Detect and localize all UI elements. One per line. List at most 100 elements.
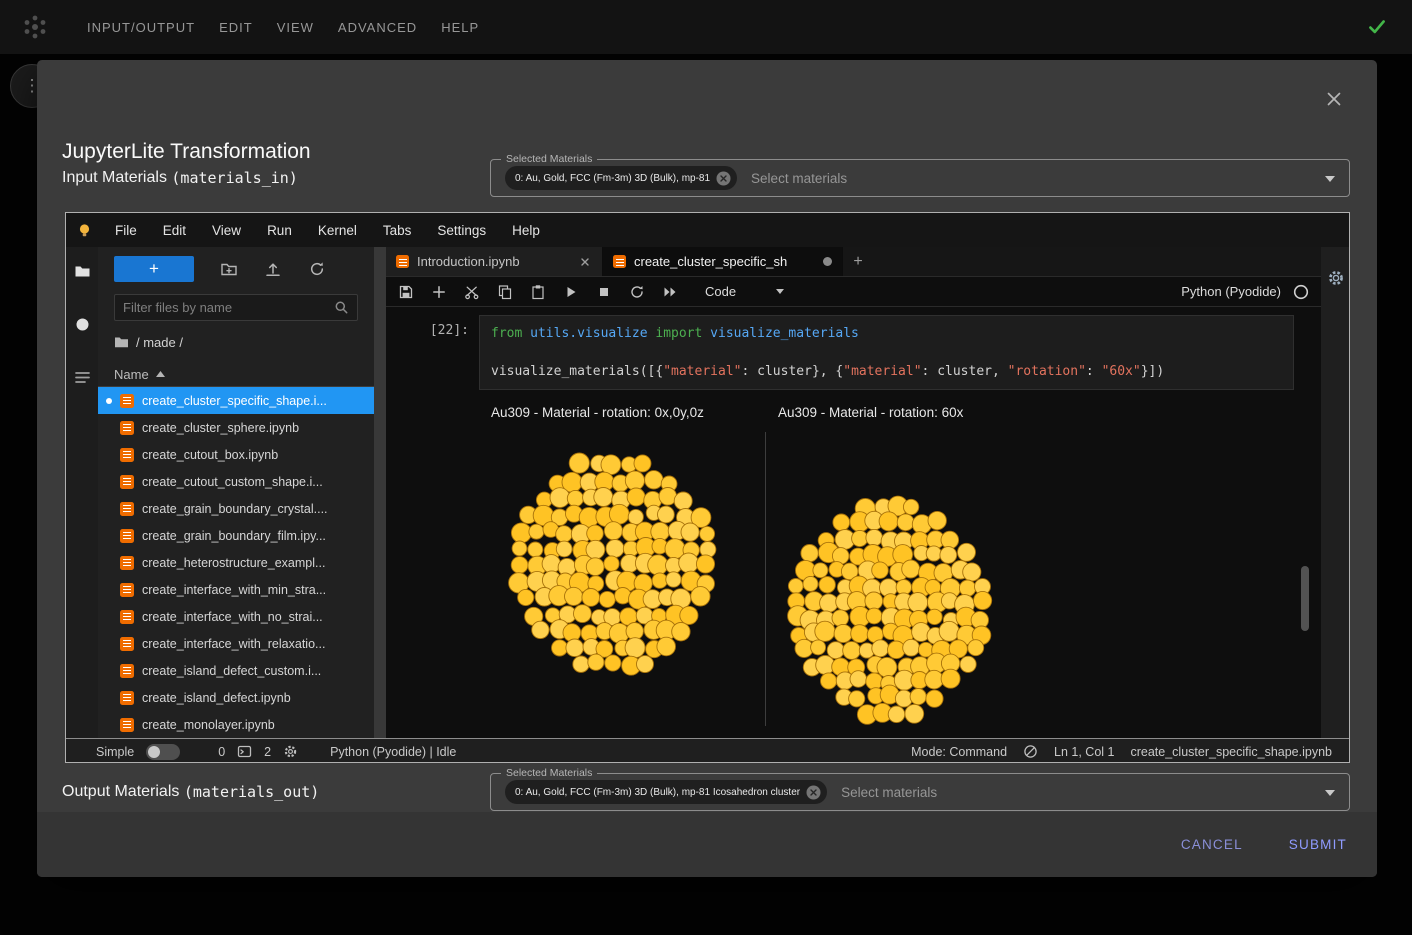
jupyter-menu-run[interactable]: Run	[254, 223, 305, 238]
input-materials-label: Input Materials (materials_in)	[62, 159, 298, 197]
file-name: create_heterostructure_exampl...	[142, 556, 325, 570]
chip-remove-icon[interactable]	[806, 785, 821, 800]
submit-button[interactable]: SUBMIT	[1289, 837, 1347, 852]
file-row[interactable]: create_island_defect.ipynb	[98, 684, 374, 711]
file-row[interactable]: create_grain_boundary_crystal....	[98, 495, 374, 522]
new-folder-icon[interactable]	[220, 260, 238, 278]
menu-view[interactable]: VIEW	[265, 10, 326, 45]
cell-type-dropdown[interactable]: Code	[705, 284, 784, 299]
jupyter-menu-help[interactable]: Help	[499, 223, 553, 238]
notebook-scrollbar-thumb[interactable]	[1301, 566, 1309, 631]
file-row[interactable]: create_interface_with_no_strai...	[98, 603, 374, 630]
insert-cell-icon[interactable]	[431, 284, 447, 300]
file-row[interactable]: create_island_defect_custom.i...	[98, 657, 374, 684]
restart-and-run-all-icon[interactable]	[662, 284, 678, 300]
cancel-button[interactable]: CANCEL	[1181, 837, 1243, 852]
cell-execution-prompt: [22]:	[386, 315, 479, 390]
file-browser-tab-icon[interactable]	[74, 263, 91, 280]
kernel-count[interactable]: 2	[264, 745, 271, 759]
new-launcher-button[interactable]: +	[114, 256, 194, 282]
terminal-count[interactable]: 0	[218, 745, 225, 759]
copy-cells-icon[interactable]	[497, 284, 513, 300]
file-row[interactable]: create_cluster_specific_shape.i...	[98, 387, 374, 414]
save-icon[interactable]	[398, 284, 414, 300]
file-filter-input[interactable]	[123, 300, 334, 315]
file-row[interactable]: create_interface_with_relaxatio...	[98, 630, 374, 657]
file-row[interactable]: create_grain_boundary_film.ipy...	[98, 522, 374, 549]
running-kernels-tab-icon[interactable]	[74, 316, 91, 333]
file-row[interactable]: create_cutout_custom_shape.i...	[98, 468, 374, 495]
dialog-close-button[interactable]	[1321, 86, 1347, 112]
kernel-sessions-icon[interactable]	[283, 744, 298, 759]
dropdown-caret-icon[interactable]	[1325, 790, 1335, 796]
menu-edit[interactable]: EDIT	[207, 10, 265, 45]
gold-cluster-image	[479, 430, 766, 726]
menu-input-output[interactable]: INPUT/OUTPUT	[75, 10, 207, 45]
refresh-icon[interactable]	[308, 260, 326, 278]
output-materials-code: (materials_out)	[184, 783, 319, 801]
jupyter-menu-file[interactable]: File	[102, 223, 150, 238]
file-list-name-header[interactable]: Name	[98, 362, 374, 387]
input-materials-select[interactable]: Selected Materials 0: Au, Gold, FCC (Fm-…	[490, 159, 1350, 197]
terminal-icon[interactable]	[237, 744, 252, 759]
menu-advanced[interactable]: ADVANCED	[326, 10, 429, 45]
visualization-title: Au309 - Material - rotation: 0x,0y,0z	[479, 400, 766, 430]
new-tab-button[interactable]: +	[843, 247, 873, 276]
panel-splitter[interactable]	[374, 247, 386, 738]
stop-kernel-icon[interactable]	[596, 284, 612, 300]
paste-cells-icon[interactable]	[530, 284, 546, 300]
jupyter-menu-tabs[interactable]: Tabs	[370, 223, 425, 238]
file-row[interactable]: create_monolayer.ipynb	[98, 711, 374, 738]
chip-remove-icon[interactable]	[716, 171, 731, 186]
output-material-chip[interactable]: 0: Au, Gold, FCC (Fm-3m) 3D (Bulk), mp-8…	[505, 780, 827, 804]
tab-create-cluster-specific-shape[interactable]: create_cluster_specific_sh	[603, 247, 843, 276]
output-select-floating-label: Selected Materials	[501, 767, 597, 780]
file-name: create_cluster_sphere.ipynb	[142, 421, 299, 435]
kernel-running-dot	[106, 722, 112, 728]
right-sidebar-strip	[1321, 247, 1350, 738]
material-visualization-left: Au309 - Material - rotation: 0x,0y,0z	[479, 400, 766, 726]
dialog-actions: CANCEL SUBMIT	[37, 812, 1377, 877]
kernel-status-text[interactable]: Python (Pyodide) | Idle	[330, 745, 456, 759]
jupyter-status-bar: Simple 0 2 Python (Pyodide) | Idle Mode:…	[66, 738, 1349, 763]
notifications-off-icon[interactable]	[1023, 744, 1038, 759]
file-row[interactable]: create_cluster_sphere.ipynb	[98, 414, 374, 441]
cut-cells-icon[interactable]	[464, 284, 480, 300]
unsaved-changes-dot[interactable]	[823, 257, 832, 266]
file-row[interactable]: create_cutout_box.ipynb	[98, 441, 374, 468]
file-row[interactable]: create_heterostructure_exampl...	[98, 549, 374, 576]
tab-introduction[interactable]: Introduction.ipynb	[386, 247, 603, 276]
breadcrumb[interactable]: / made /	[114, 334, 358, 350]
code-editor[interactable]: from utils.visualize import visualize_ma…	[479, 315, 1294, 390]
plus-icon: +	[149, 259, 159, 279]
file-browser-toolbar: +	[98, 255, 374, 283]
notebook-icon	[613, 255, 626, 268]
settings-gear-icon[interactable]	[1327, 269, 1345, 287]
jupyter-menu-view[interactable]: View	[199, 223, 254, 238]
jupyter-menu-settings[interactable]: Settings	[424, 223, 499, 238]
tab-label: Introduction.ipynb	[417, 254, 520, 269]
simple-mode-toggle[interactable]	[146, 744, 180, 760]
upload-icon[interactable]	[264, 260, 282, 278]
restart-kernel-icon[interactable]	[629, 284, 645, 300]
notebook-icon	[120, 556, 134, 570]
menu-help[interactable]: HELP	[429, 10, 491, 45]
tab-label: create_cluster_specific_sh	[634, 254, 787, 269]
tab-close-icon[interactable]	[578, 255, 592, 269]
kernel-indicator[interactable]: Python (Pyodide)	[1181, 284, 1309, 300]
file-row[interactable]: create_interface_with_min_stra...	[98, 576, 374, 603]
jupyter-menu-edit[interactable]: Edit	[150, 223, 199, 238]
jupyter-menu-kernel[interactable]: Kernel	[305, 223, 370, 238]
active-file-name: create_cluster_specific_shape.ipynb	[1130, 745, 1332, 759]
plus-icon: +	[853, 253, 862, 271]
input-material-chip[interactable]: 0: Au, Gold, FCC (Fm-3m) 3D (Bulk), mp-8…	[505, 166, 737, 190]
cursor-position[interactable]: Ln 1, Col 1	[1054, 745, 1114, 759]
output-materials-select[interactable]: Selected Materials 0: Au, Gold, FCC (Fm-…	[490, 773, 1350, 811]
notebook-icon	[120, 610, 134, 624]
dropdown-caret-icon[interactable]	[1325, 176, 1335, 182]
confirm-check-icon[interactable]	[1366, 16, 1388, 38]
table-of-contents-tab-icon[interactable]	[74, 369, 91, 386]
lightbulb-icon	[76, 222, 93, 239]
toggle-knob	[148, 746, 160, 758]
run-cell-icon[interactable]	[563, 284, 579, 300]
